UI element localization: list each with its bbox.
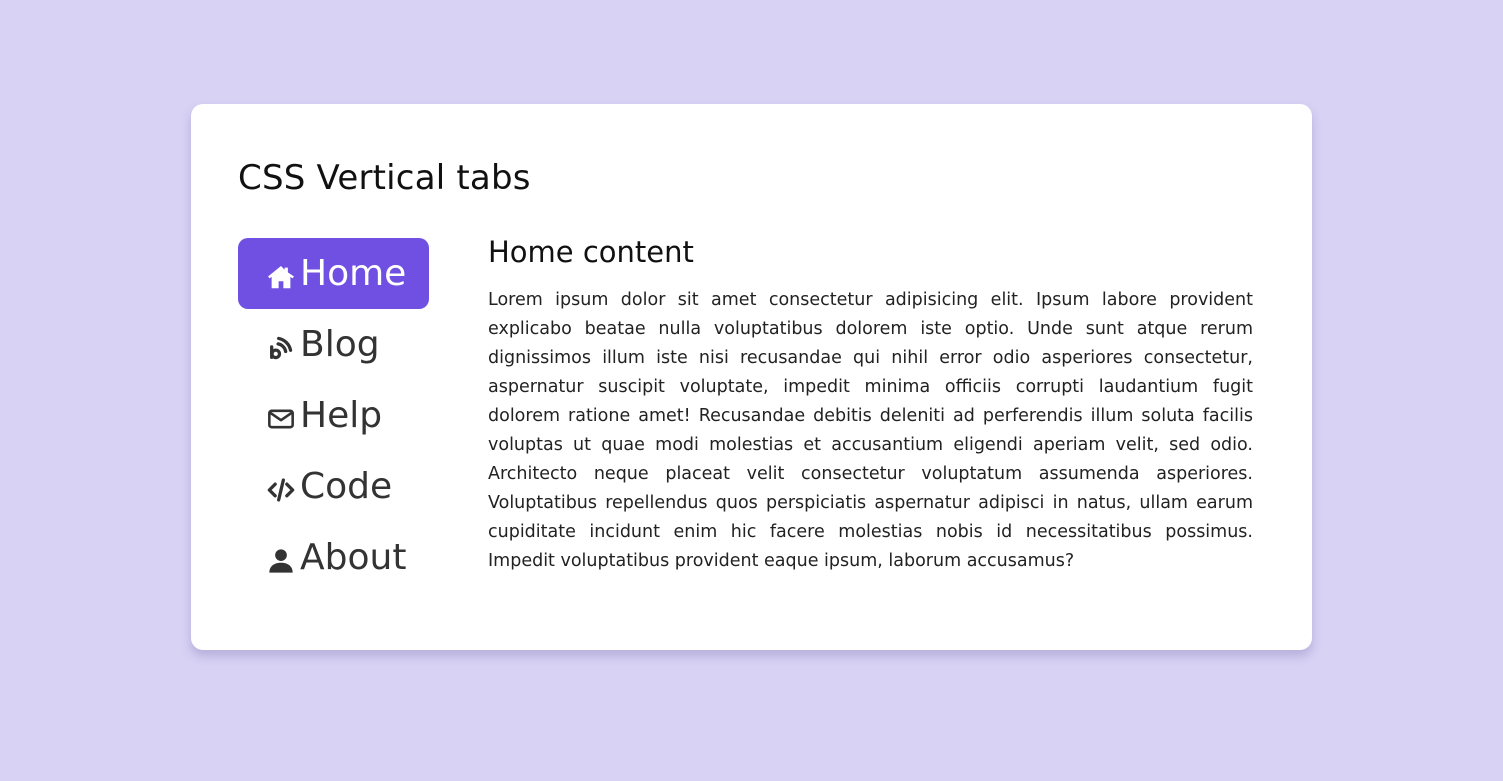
code-icon — [266, 475, 296, 505]
tab-blog[interactable]: Blog — [238, 309, 429, 380]
home-icon — [266, 262, 296, 292]
tab-panel-heading: Home content — [488, 235, 694, 269]
tab-code-label: Code — [300, 465, 393, 507]
tab-about[interactable]: About — [238, 522, 429, 593]
tab-blog-label: Blog — [300, 323, 380, 365]
tab-home[interactable]: Home — [238, 238, 429, 309]
vertical-tab-list: Home Blog Help Code About — [238, 238, 429, 593]
envelope-icon — [266, 404, 296, 434]
tab-code[interactable]: Code — [238, 451, 429, 522]
tab-home-label: Home — [300, 252, 407, 294]
tab-about-label: About — [300, 536, 407, 578]
tab-panel: Home content Lorem ipsum dolor sit amet … — [488, 232, 1253, 576]
tab-help[interactable]: Help — [238, 380, 429, 451]
rss-icon — [266, 333, 296, 363]
tab-panel-body: Lorem ipsum dolor sit amet consectetur a… — [488, 290, 1253, 571]
tabs-card: CSS Vertical tabs Home Blog Help Code Ab… — [191, 104, 1312, 650]
tab-help-label: Help — [300, 394, 383, 436]
user-icon — [266, 546, 296, 576]
page-title: CSS Vertical tabs — [238, 158, 531, 198]
